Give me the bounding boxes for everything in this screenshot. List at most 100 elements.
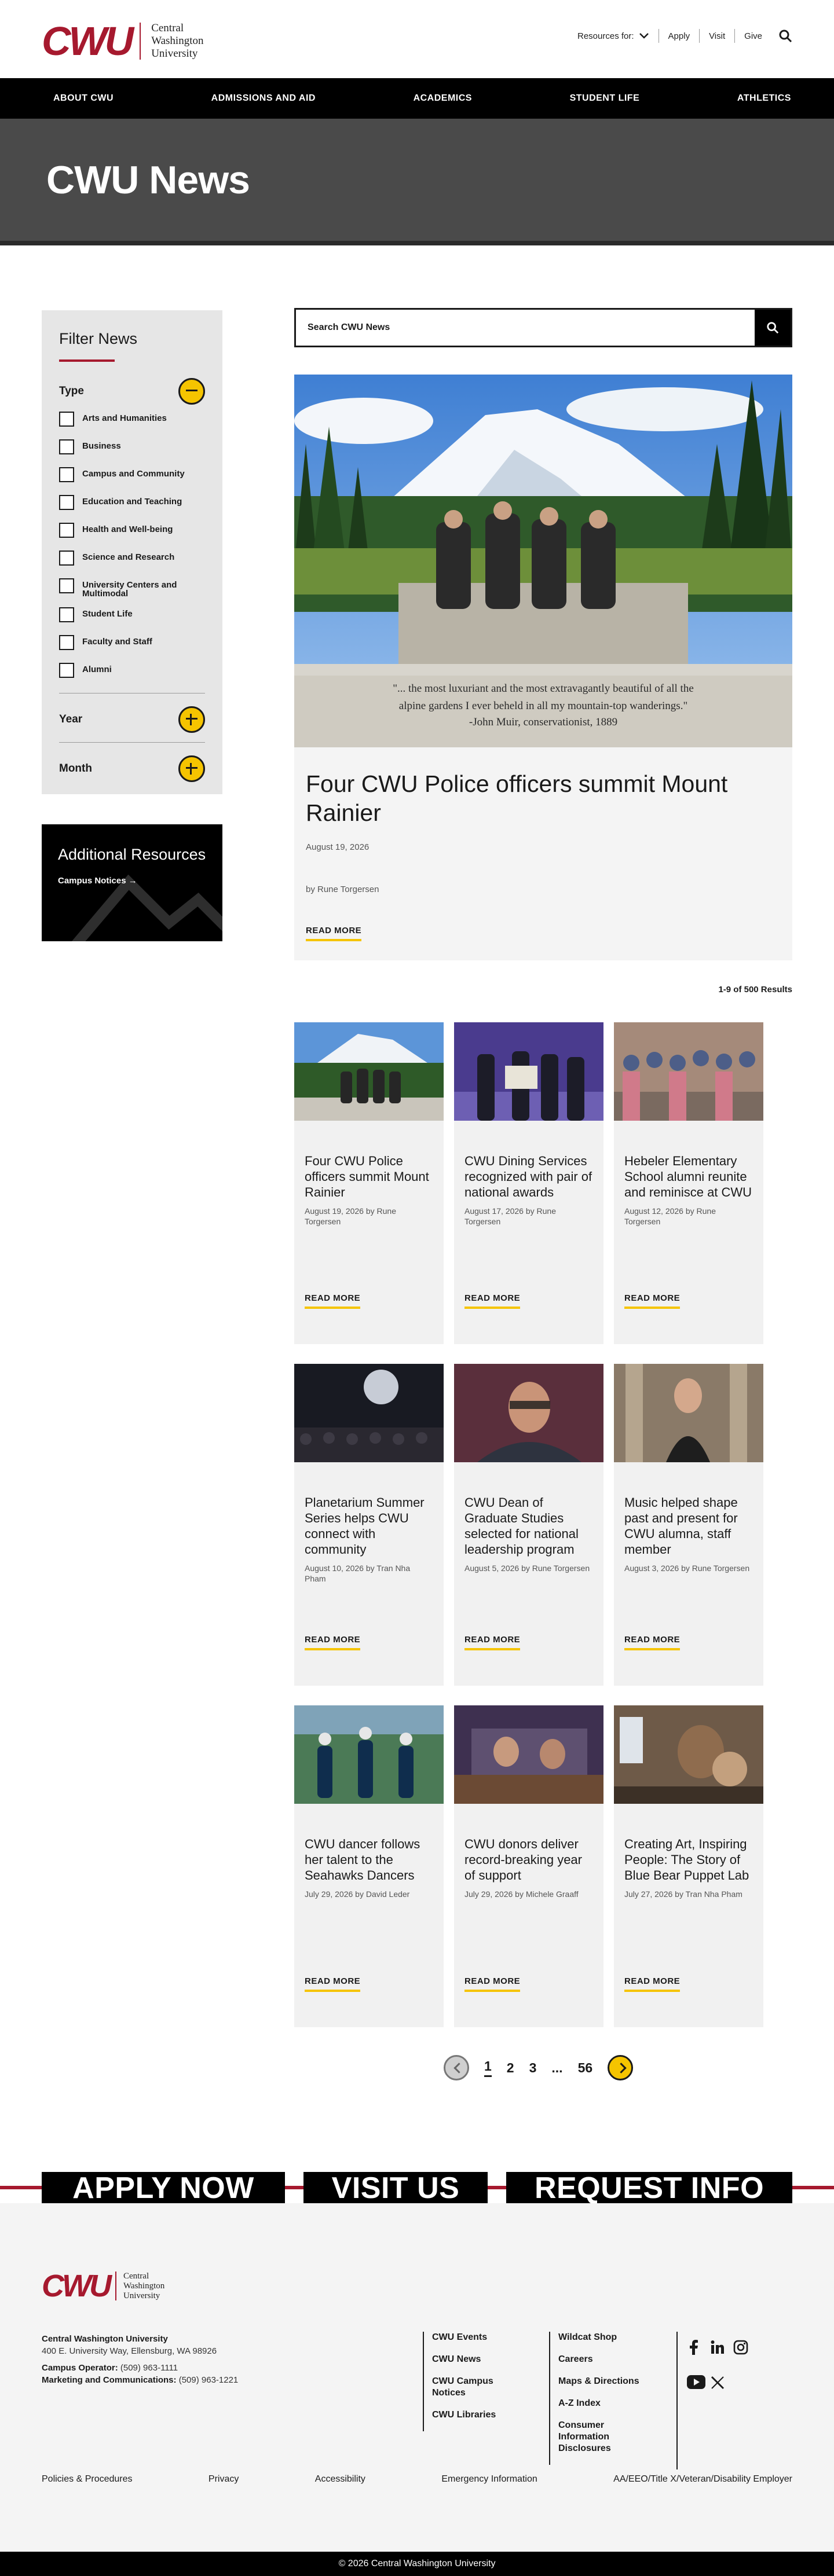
marketing-phone[interactable]: (509) 963-1221: [179, 2375, 239, 2385]
resources-for-dropdown[interactable]: Resources for:: [577, 31, 649, 41]
nav-student-life[interactable]: STUDENT LIFE: [570, 93, 640, 104]
apply-now-button[interactable]: APPLY NOW: [42, 2172, 285, 2203]
card-read-more[interactable]: READ MORE: [464, 1976, 521, 1992]
youtube-icon[interactable]: [687, 2375, 710, 2393]
apply-link[interactable]: Apply: [668, 31, 690, 41]
card-read-more[interactable]: READ MORE: [305, 1976, 361, 1992]
campus-notices-link[interactable]: Campus Notices →: [58, 876, 206, 886]
accessibility-link[interactable]: Accessibility: [315, 2474, 365, 2485]
policies-link[interactable]: Policies & Procedures: [42, 2474, 133, 2485]
expand-plus-icon[interactable]: [178, 706, 205, 733]
nav-admissions[interactable]: ADMISSIONS AND AID: [211, 93, 316, 104]
visit-us-button[interactable]: VISIT US: [303, 2172, 488, 2203]
cwu-logo[interactable]: CWU Central Washington University: [42, 21, 203, 61]
type-option[interactable]: Health and Well-being: [59, 523, 205, 538]
checkbox[interactable]: [59, 495, 74, 510]
footer-link[interactable]: Maps & Directions: [558, 2376, 639, 2386]
x-icon[interactable]: [710, 2375, 733, 2393]
card-read-more[interactable]: READ MORE: [624, 1976, 681, 1992]
checkbox[interactable]: [59, 467, 74, 482]
page-link[interactable]: 3: [529, 2060, 537, 2076]
collapse-minus-icon[interactable]: [178, 378, 205, 405]
news-card[interactable]: CWU Dining Services recognized with pair…: [454, 1022, 603, 1344]
news-card[interactable]: CWU dancer follows her talent to the Sea…: [294, 1705, 444, 2027]
facebook-icon[interactable]: [687, 2340, 710, 2358]
month-filter-header[interactable]: Month: [59, 755, 205, 782]
card-read-more[interactable]: READ MORE: [624, 1635, 681, 1650]
instagram-icon[interactable]: [733, 2340, 756, 2358]
news-card[interactable]: CWU donors deliver record-breaking year …: [454, 1705, 603, 2027]
type-option[interactable]: Alumni: [59, 663, 205, 678]
news-card[interactable]: Music helped shape past and present for …: [614, 1364, 763, 1686]
card-read-more[interactable]: READ MORE: [624, 1293, 681, 1309]
card-title[interactable]: Four CWU Police officers summit Mount Ra…: [305, 1153, 433, 1200]
type-option[interactable]: University Centers and Multimodal: [59, 578, 205, 598]
operator-phone[interactable]: (509) 963-1111: [120, 2363, 178, 2373]
footer-link[interactable]: CWU Events: [432, 2332, 487, 2342]
prev-page-button[interactable]: [444, 2055, 469, 2080]
nav-academics[interactable]: ACADEMICS: [414, 93, 472, 104]
give-link[interactable]: Give: [744, 31, 762, 41]
type-option[interactable]: Faculty and Staff: [59, 635, 205, 650]
type-option[interactable]: Science and Research: [59, 551, 205, 566]
featured-article[interactable]: "... the most luxuriant and the most ext…: [294, 375, 792, 960]
news-search-button[interactable]: [755, 310, 791, 346]
featured-read-more[interactable]: READ MORE: [306, 926, 362, 941]
checkbox[interactable]: [59, 607, 74, 622]
card-read-more[interactable]: READ MORE: [464, 1293, 521, 1309]
nav-about[interactable]: ABOUT CWU: [53, 93, 114, 104]
card-read-more[interactable]: READ MORE: [305, 1635, 361, 1650]
news-card[interactable]: CWU Dean of Graduate Studies selected fo…: [454, 1364, 603, 1686]
privacy-link[interactable]: Privacy: [209, 2474, 239, 2485]
year-filter-header[interactable]: Year: [59, 706, 205, 733]
next-page-button[interactable]: [608, 2055, 634, 2080]
news-card[interactable]: Creating Art, Inspiring People: The Stor…: [614, 1705, 763, 2027]
page-link[interactable]: 2: [507, 2060, 514, 2076]
visit-link[interactable]: Visit: [709, 31, 725, 41]
footer-link[interactable]: CWU Libraries: [432, 2410, 496, 2420]
type-filter-header[interactable]: Type: [59, 378, 205, 405]
checkbox[interactable]: [59, 523, 74, 538]
checkbox[interactable]: [59, 551, 74, 566]
emergency-info-link[interactable]: Emergency Information: [441, 2474, 537, 2485]
card-title[interactable]: Creating Art, Inspiring People: The Stor…: [624, 1836, 753, 1883]
featured-title[interactable]: Four CWU Police officers summit Mount Ra…: [306, 769, 781, 827]
checkbox[interactable]: [59, 578, 74, 593]
card-title[interactable]: Music helped shape past and present for …: [624, 1495, 753, 1557]
footer-link[interactable]: A-Z Index: [558, 2398, 601, 2408]
footer-link[interactable]: CWU Campus Notices: [432, 2376, 507, 2399]
page-link[interactable]: 56: [578, 2060, 593, 2076]
type-option[interactable]: Campus and Community: [59, 467, 205, 482]
card-title[interactable]: CWU Dining Services recognized with pair…: [464, 1153, 593, 1200]
card-title[interactable]: Planetarium Summer Series helps CWU conn…: [305, 1495, 433, 1557]
header-search-button[interactable]: [778, 29, 792, 43]
news-card[interactable]: Four CWU Police officers summit Mount Ra…: [294, 1022, 444, 1344]
type-option[interactable]: Arts and Humanities: [59, 412, 205, 427]
footer-link[interactable]: Consumer Information Disclosures: [558, 2420, 634, 2454]
type-option[interactable]: Business: [59, 439, 205, 454]
footer-link[interactable]: Wildcat Shop: [558, 2332, 617, 2342]
expand-plus-icon[interactable]: [178, 755, 205, 782]
news-card[interactable]: Hebeler Elementary School alumni reunite…: [614, 1022, 763, 1344]
request-info-button[interactable]: REQUEST INFO: [506, 2172, 792, 2203]
type-option[interactable]: Student Life: [59, 607, 205, 622]
news-search-input[interactable]: [296, 310, 755, 346]
checkbox[interactable]: [59, 412, 74, 427]
checkbox[interactable]: [59, 663, 74, 678]
card-title[interactable]: CWU dancer follows her talent to the Sea…: [305, 1836, 433, 1883]
footer-logo[interactable]: CWU Central Washington University: [42, 2270, 164, 2302]
page-link[interactable]: 1: [484, 2058, 492, 2077]
eeo-link[interactable]: AA/EEO/Title X/Veteran/Disability Employ…: [613, 2474, 792, 2485]
checkbox[interactable]: [59, 439, 74, 454]
card-title[interactable]: Hebeler Elementary School alumni reunite…: [624, 1153, 753, 1200]
checkbox[interactable]: [59, 635, 74, 650]
footer-link[interactable]: CWU News: [432, 2354, 481, 2364]
nav-athletics[interactable]: ATHLETICS: [737, 93, 791, 104]
news-card[interactable]: Planetarium Summer Series helps CWU conn…: [294, 1364, 444, 1686]
linkedin-icon[interactable]: [710, 2340, 733, 2358]
card-read-more[interactable]: READ MORE: [464, 1635, 521, 1650]
type-option[interactable]: Education and Teaching: [59, 495, 205, 510]
card-title[interactable]: CWU Dean of Graduate Studies selected fo…: [464, 1495, 593, 1557]
card-title[interactable]: CWU donors deliver record-breaking year …: [464, 1836, 593, 1883]
footer-link[interactable]: Careers: [558, 2354, 593, 2364]
